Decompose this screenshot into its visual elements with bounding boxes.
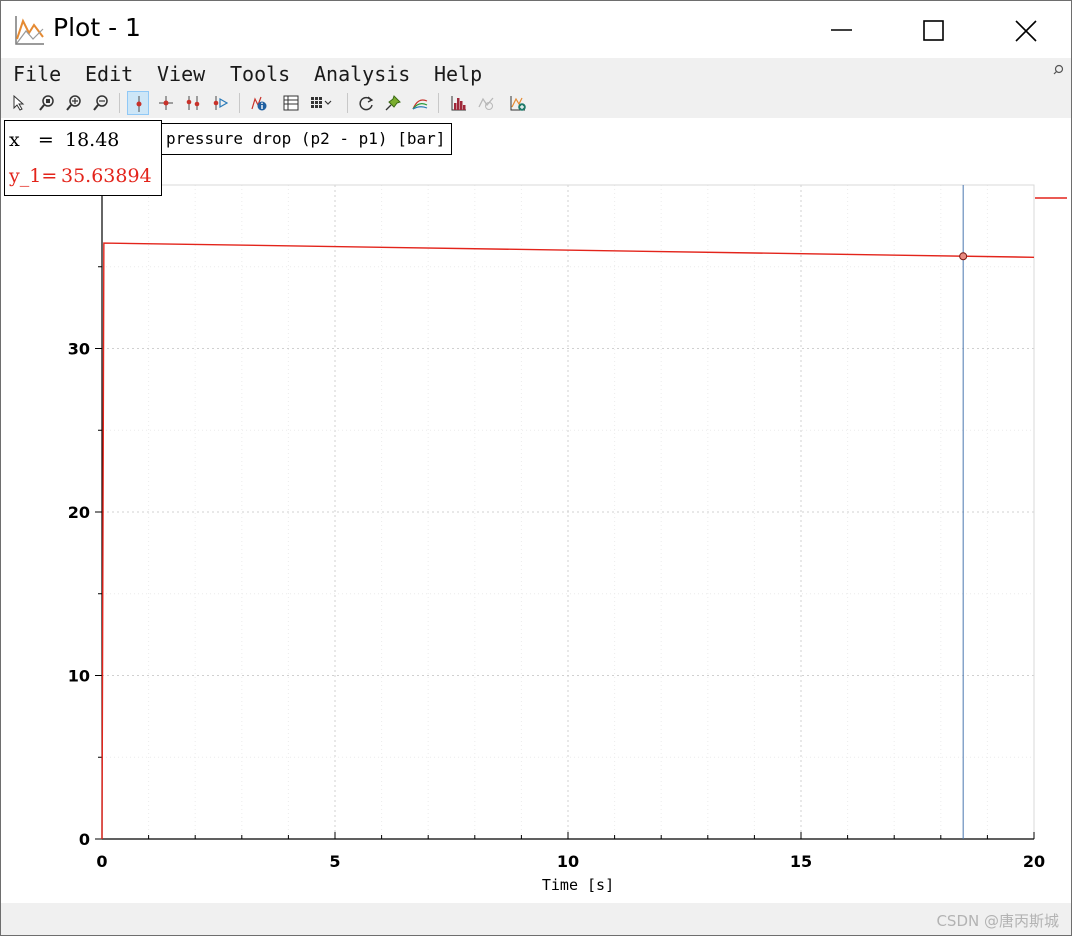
series-legend[interactable]: pressure drop (p2 - p1) [bar] [159, 123, 453, 155]
zoom-region-button[interactable] [36, 91, 58, 115]
plot-app-icon [15, 16, 44, 45]
y-tick-label: 10 [68, 667, 90, 686]
menu-edit[interactable]: Edit [85, 62, 133, 86]
grid-layout-icon [311, 97, 332, 108]
select-icon [13, 95, 25, 111]
zoom-in-button[interactable] [63, 91, 85, 115]
pin-icon[interactable] [1053, 63, 1065, 75]
grid-layout-button[interactable] [307, 91, 337, 115]
zoom-out-button[interactable] [90, 91, 112, 115]
toolbar [1, 88, 1071, 118]
plot-info-icon [251, 96, 267, 111]
x-axis-title: Time [s] [542, 876, 614, 894]
readout-y-value: 35.63894 [61, 165, 152, 187]
pin-marker-button[interactable] [382, 91, 404, 115]
x-tick-label: 15 [790, 852, 812, 871]
zoom-region-icon [39, 95, 54, 111]
maximize-icon [923, 20, 944, 41]
readout-x-value: 18.48 [65, 129, 120, 151]
plot-info-button[interactable] [248, 91, 270, 115]
two-cursors-button[interactable] [182, 91, 204, 115]
status-bar: CSDN @唐丙斯城 [1, 903, 1071, 935]
title-bar[interactable]: Plot - 1 [1, 1, 1071, 58]
crosshair-button[interactable] [155, 91, 177, 115]
zoom-out-icon [93, 95, 108, 111]
cursor-icon [136, 96, 142, 112]
menu-bar: File Edit View Tools Analysis Help [1, 58, 1071, 88]
crosshair-icon [159, 96, 173, 110]
cursor-readout: x = 18.48 y_1= 35.63894 [4, 120, 162, 196]
readout-x-label: x = [9, 129, 54, 151]
menu-tools[interactable]: Tools [230, 62, 290, 86]
y-tick-label: 20 [68, 503, 90, 522]
line-chart[interactable]: 0 5 10 15 20 0 10 20 30 Time [s] [1, 118, 1071, 903]
maximize-button[interactable] [887, 1, 979, 58]
menu-file[interactable]: File [13, 62, 61, 86]
cursor-play-button[interactable] [209, 91, 231, 115]
fit-icon [478, 97, 494, 110]
two-cursors-icon [186, 96, 200, 110]
watermark-text: CSDN @唐丙斯城 [936, 912, 1059, 930]
curves-icon [412, 99, 428, 110]
select-button[interactable] [9, 91, 31, 115]
plot-area[interactable]: 0 5 10 15 20 0 10 20 30 Time [s] pressure drop (… [1, 118, 1071, 903]
data-table-icon [283, 95, 299, 111]
readout-y-label: y_1= [9, 165, 58, 187]
zoom-in-icon [66, 95, 81, 111]
x-tick-label: 5 [329, 852, 340, 871]
y-tick-label: 0 [79, 830, 90, 849]
new-plot-icon [510, 96, 526, 111]
close-button[interactable] [979, 1, 1071, 58]
cursor-play-icon [213, 96, 228, 110]
cursor-button[interactable] [127, 91, 149, 115]
histogram-icon [451, 96, 466, 111]
curves-button[interactable] [409, 91, 431, 115]
window-title: Plot - 1 [53, 13, 141, 42]
menu-help[interactable]: Help [434, 62, 482, 86]
refresh-icon [359, 96, 374, 111]
plot-window: Plot - 1 File Edit View Tools Analysis H… [0, 0, 1072, 936]
y-tick-label: 30 [68, 340, 90, 359]
close-icon [1015, 20, 1037, 42]
pin-marker-icon [385, 95, 401, 111]
refresh-button[interactable] [355, 91, 377, 115]
new-plot-button[interactable] [507, 91, 529, 115]
menu-view[interactable]: View [157, 62, 205, 86]
histogram-button[interactable] [448, 91, 470, 115]
x-tick-label: 20 [1023, 852, 1045, 871]
x-tick-label: 0 [96, 852, 107, 871]
minimize-button[interactable] [795, 1, 887, 58]
data-table-button[interactable] [280, 91, 302, 115]
minimize-icon [831, 29, 852, 31]
cursor-marker [959, 252, 968, 261]
x-tick-label: 10 [557, 852, 579, 871]
fit-button[interactable] [475, 91, 497, 115]
menu-analysis[interactable]: Analysis [314, 62, 410, 86]
